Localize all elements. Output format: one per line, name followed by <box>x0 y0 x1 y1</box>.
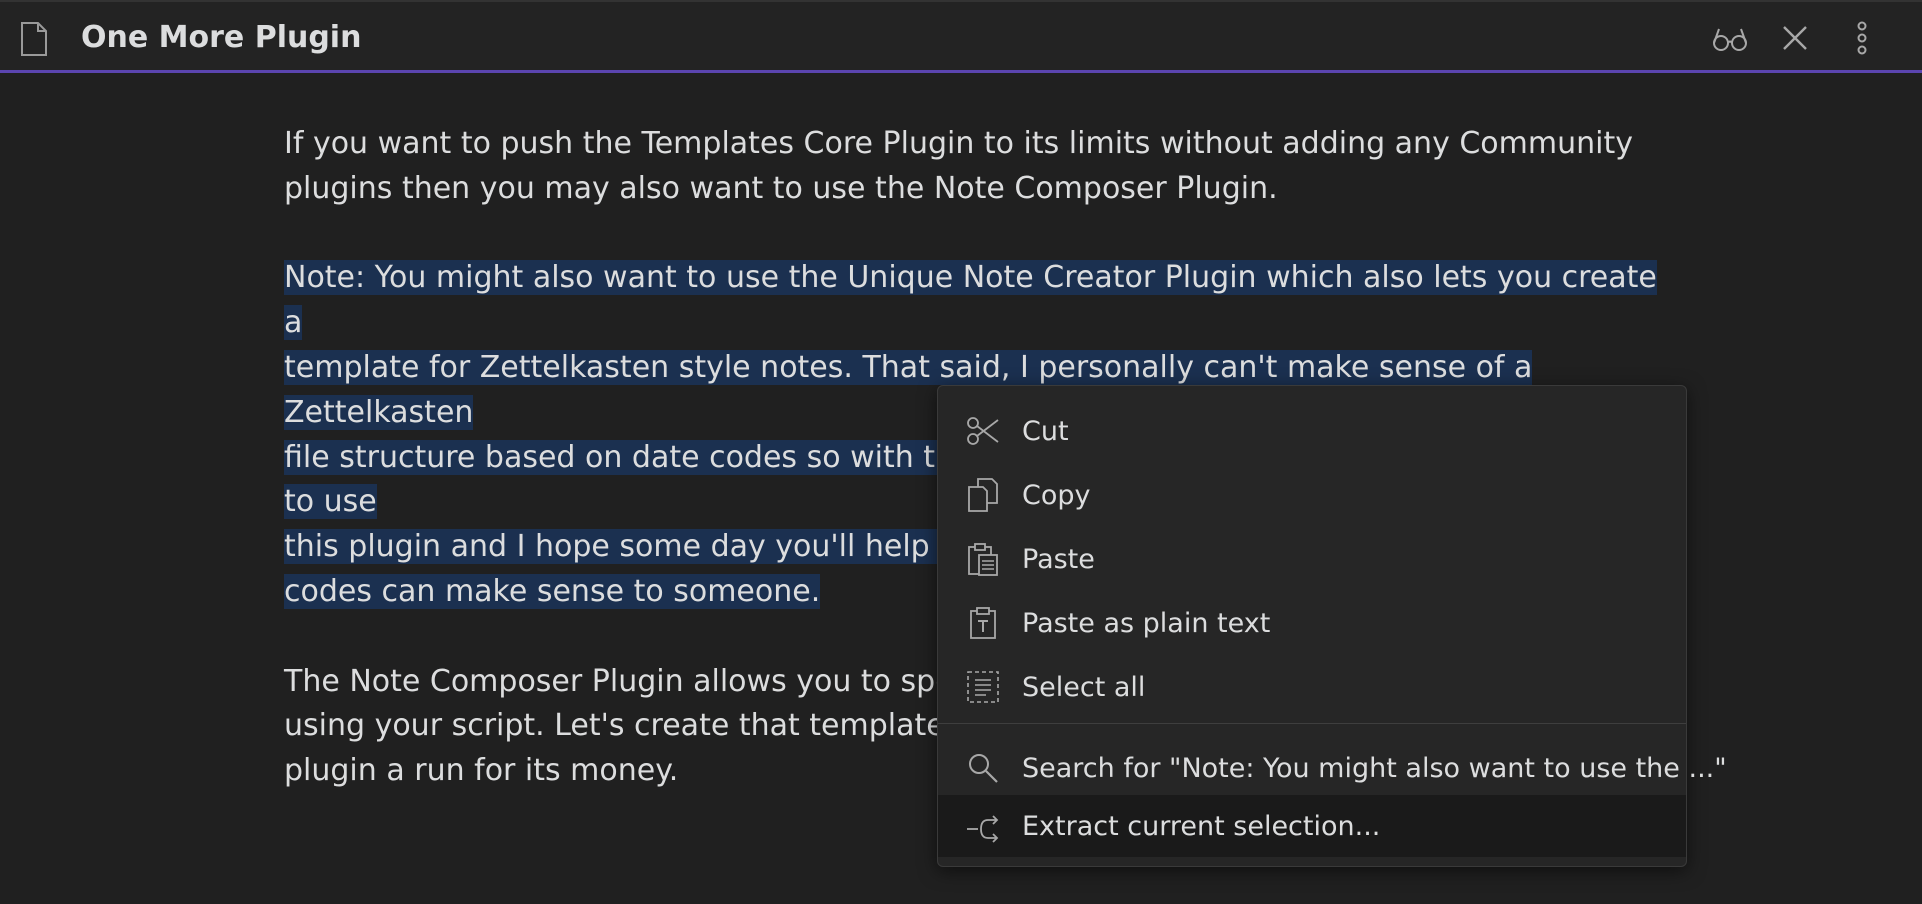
more-options-icon[interactable] <box>1844 20 1880 56</box>
text-line: plugin a run for its money. <box>284 753 679 789</box>
menu-item-paste[interactable]: Paste <box>938 528 1686 590</box>
menu-item-select-all[interactable]: Select all <box>938 656 1686 718</box>
editor-window: One More Plugin If you want to push the … <box>0 0 1922 904</box>
menu-item-label: Select all <box>1022 671 1146 703</box>
note-title[interactable]: One More Plugin <box>81 18 361 58</box>
menu-item-copy[interactable]: Copy <box>938 464 1686 526</box>
reading-view-icon[interactable] <box>1712 20 1748 56</box>
menu-item-label: Search for "Note: You might also want to… <box>1022 752 1727 784</box>
menu-item-label: Paste <box>1022 543 1095 575</box>
text-line: The Note Composer Plugin allows you to s… <box>284 663 971 699</box>
menu-item-extract-selection[interactable]: Extract current selection... <box>938 795 1686 857</box>
close-icon[interactable] <box>1777 20 1813 56</box>
menu-item-paste-plain-text[interactable]: Paste as plain text <box>938 592 1686 654</box>
clipboard-icon <box>966 542 1000 576</box>
menu-item-label: Extract current selection... <box>1022 810 1381 842</box>
text-line: If you want to push the Templates Core P… <box>284 126 1633 161</box>
paragraph-1: If you want to push the Templates Core P… <box>284 122 1664 212</box>
context-menu: Cut Copy Paste Paste as plain text Selec… <box>937 385 1727 867</box>
selected-text-line: codes can make sense to someone. <box>284 573 821 609</box>
select-all-icon <box>966 670 1000 704</box>
tab-header: One More Plugin <box>0 0 1922 70</box>
selected-text-line: this plugin and I hope some day you'll h… <box>284 529 987 565</box>
search-icon <box>966 751 1000 785</box>
copy-icon <box>966 478 1000 512</box>
menu-item-cut[interactable]: Cut <box>938 400 1686 462</box>
menu-item-search-selection[interactable]: Search for "Note: You might also want to… <box>938 737 1727 799</box>
menu-item-label: Copy <box>1022 479 1091 511</box>
text-line: using your script. Let's create that tem… <box>284 708 1002 744</box>
text-line: plugins then you may also want to use th… <box>284 170 1278 206</box>
clipboard-text-icon <box>966 606 1000 640</box>
menu-item-label: Cut <box>1022 415 1069 447</box>
active-tab-accent-line <box>0 70 1922 73</box>
menu-separator <box>938 723 1686 724</box>
menu-item-label: Paste as plain text <box>1022 607 1271 639</box>
extract-icon <box>966 809 1000 843</box>
selected-text-line: Note: You might also want to use the Uni… <box>284 260 1657 341</box>
scissors-icon <box>966 414 1000 448</box>
file-icon <box>21 22 47 56</box>
